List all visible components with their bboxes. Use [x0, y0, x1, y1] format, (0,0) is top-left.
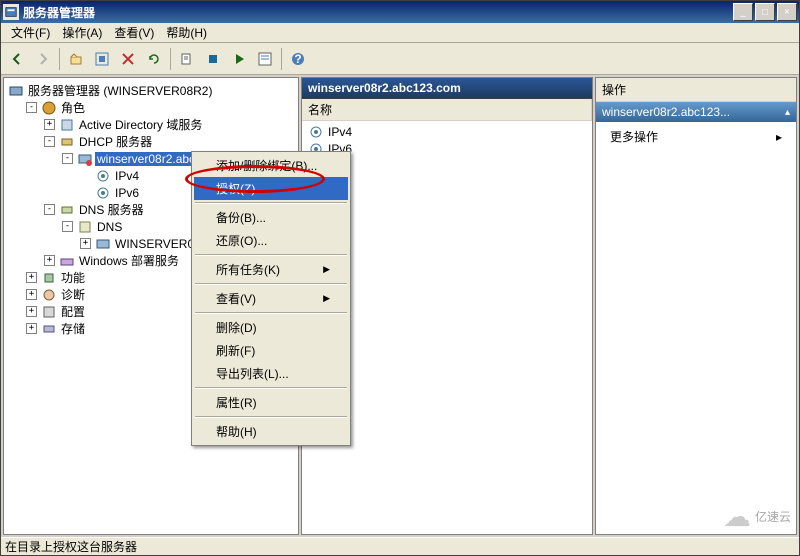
config-icon [41, 304, 57, 320]
column-header-name[interactable]: 名称 [302, 99, 592, 121]
actions-context[interactable]: winserver08r2.abc123...▴ [596, 102, 796, 122]
ctx-backup[interactable]: 备份(B)... [194, 206, 348, 229]
context-menu: 添加/删除绑定(B)... 授权(Z) 备份(B)... 还原(O)... 所有… [191, 151, 351, 446]
ctx-all-tasks[interactable]: 所有任务(K)▶ [194, 258, 348, 281]
features-icon [41, 270, 57, 286]
content-area: 服务器管理器 (WINSERVER08R2) - 角色 +Active Dire… [1, 75, 799, 537]
menu-separator [195, 387, 347, 389]
menu-separator [195, 202, 347, 204]
tree-ad[interactable]: +Active Directory 域服务 [44, 116, 296, 133]
ctx-help[interactable]: 帮助(H) [194, 420, 348, 443]
more-actions-item[interactable]: 更多操作 ▸ [610, 128, 782, 145]
toolbar-separator-2 [170, 48, 171, 70]
toolbar: ? [1, 43, 799, 75]
close-button[interactable]: × [777, 3, 797, 21]
toolbar-separator [59, 48, 60, 70]
ctx-refresh[interactable]: 刷新(F) [194, 339, 348, 362]
ctx-properties[interactable]: 属性(R) [194, 391, 348, 414]
expander-icon[interactable]: + [26, 289, 37, 300]
menu-help[interactable]: 帮助(H) [160, 22, 213, 43]
ctx-restore[interactable]: 还原(O)... [194, 229, 348, 252]
expander-icon[interactable]: + [44, 119, 55, 130]
status-bar: 在目录上授权这台服务器 [1, 537, 799, 555]
expander-icon[interactable]: - [44, 204, 55, 215]
menu-view[interactable]: 查看(V) [108, 22, 160, 43]
expander-icon[interactable]: - [62, 153, 73, 164]
detail-header: winserver08r2.abc123.com [302, 78, 592, 99]
ad-icon [59, 117, 75, 133]
expander-icon[interactable]: + [44, 255, 55, 266]
server-icon [8, 83, 24, 99]
menu-separator [195, 283, 347, 285]
back-button[interactable] [5, 47, 29, 71]
stop-button[interactable] [201, 47, 225, 71]
wds-icon [59, 253, 75, 269]
expander-icon[interactable]: + [26, 306, 37, 317]
menu-separator [195, 416, 347, 418]
status-text: 在目录上授权这台服务器 [5, 538, 137, 555]
dns-host-icon [95, 236, 111, 252]
delete-button[interactable] [116, 47, 140, 71]
export-button[interactable] [175, 47, 199, 71]
toolbar-separator-3 [281, 48, 282, 70]
dhcp-icon [59, 134, 75, 150]
ipv4-icon [308, 124, 324, 140]
up-button[interactable] [64, 47, 88, 71]
maximize-button[interactable]: □ [755, 3, 775, 21]
menu-file[interactable]: 文件(F) [5, 22, 56, 43]
cloud-icon: ☁ [723, 500, 751, 533]
help-button[interactable]: ? [286, 47, 310, 71]
expander-icon[interactable]: + [80, 238, 91, 249]
ipv4-icon [95, 168, 111, 184]
watermark: ☁ 亿速云 [723, 500, 791, 533]
menu-bar: 文件(F) 操作(A) 查看(V) 帮助(H) [1, 23, 799, 43]
actions-header: 操作 [596, 78, 796, 102]
menu-separator [195, 312, 347, 314]
expander-icon[interactable]: + [26, 272, 37, 283]
ctx-delete[interactable]: 删除(D) [194, 316, 348, 339]
diagnostics-icon [41, 287, 57, 303]
expander-icon[interactable]: - [44, 136, 55, 147]
action-button[interactable] [90, 47, 114, 71]
refresh-button[interactable] [142, 47, 166, 71]
svg-text:?: ? [294, 52, 301, 66]
menu-action[interactable]: 操作(A) [56, 22, 108, 43]
minimize-button[interactable]: _ [733, 3, 753, 21]
collapse-icon: ▴ [785, 107, 790, 118]
actions-body: 更多操作 ▸ [596, 122, 796, 151]
expander-icon[interactable]: - [26, 102, 37, 113]
server-node-icon [77, 151, 93, 167]
ctx-export-list[interactable]: 导出列表(L)... [194, 362, 348, 385]
ctx-authorize[interactable]: 授权(Z) [194, 177, 348, 200]
list-item[interactable]: IPv4 [304, 123, 590, 140]
expander-icon[interactable]: - [62, 221, 73, 232]
menu-separator [195, 254, 347, 256]
actions-pane: 操作 winserver08r2.abc123...▴ 更多操作 ▸ [595, 77, 797, 535]
window-title: 服务器管理器 [23, 4, 733, 21]
submenu-arrow-icon: ▶ [323, 293, 330, 304]
properties-button[interactable] [253, 47, 277, 71]
dns-icon [59, 202, 75, 218]
title-bar: 服务器管理器 _ □ × [1, 1, 799, 23]
tree-dhcp[interactable]: -DHCP 服务器 [44, 133, 296, 150]
expander-icon[interactable]: + [26, 323, 37, 334]
dns-sub-icon [77, 219, 93, 235]
ctx-add-remove-binding[interactable]: 添加/删除绑定(B)... [194, 154, 348, 177]
storage-icon [41, 321, 57, 337]
roles-icon [41, 100, 57, 116]
chevron-right-icon: ▸ [776, 130, 782, 144]
tree-roles[interactable]: - 角色 [26, 99, 296, 116]
forward-button[interactable] [31, 47, 55, 71]
tree-root[interactable]: 服务器管理器 (WINSERVER08R2) [8, 82, 296, 99]
ctx-view[interactable]: 查看(V)▶ [194, 287, 348, 310]
window-controls: _ □ × [733, 3, 797, 21]
ipv6-icon [95, 185, 111, 201]
submenu-arrow-icon: ▶ [323, 264, 330, 275]
app-icon [3, 4, 19, 20]
play-button[interactable] [227, 47, 251, 71]
